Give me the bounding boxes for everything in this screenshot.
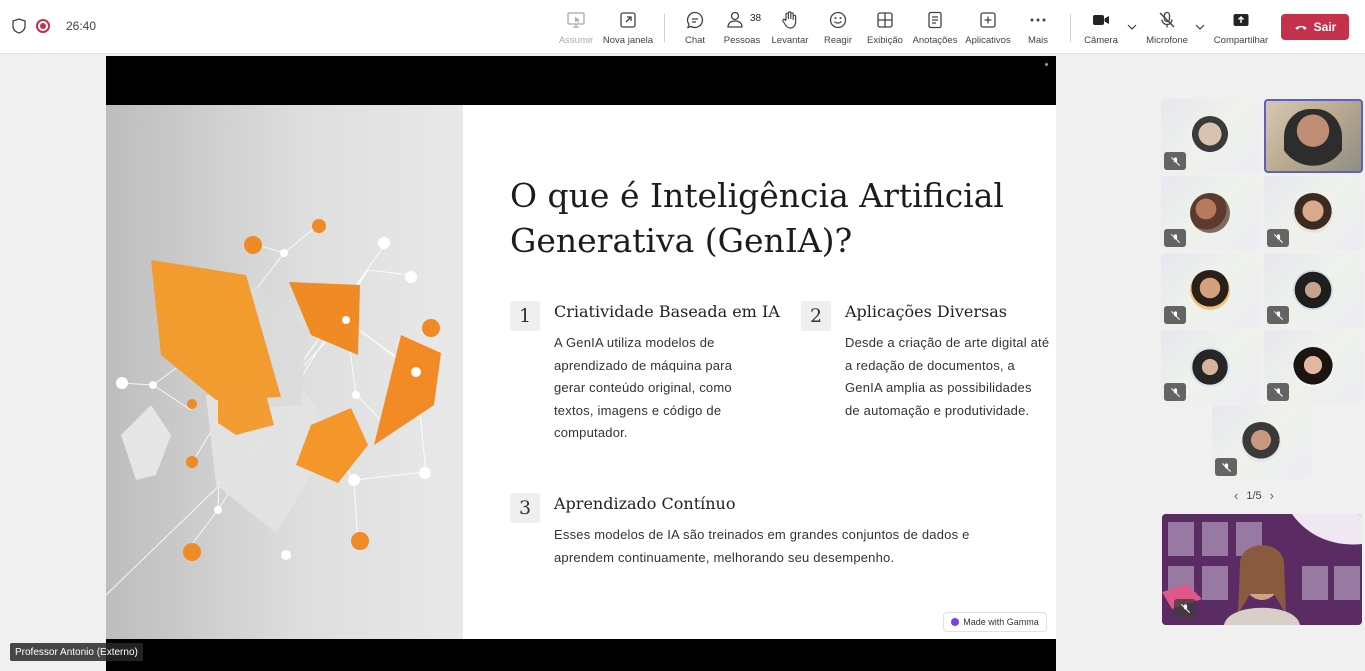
avatar <box>1190 347 1230 387</box>
muted-mic-icon <box>1267 229 1289 247</box>
participant-tile[interactable] <box>1161 99 1260 173</box>
item-number-2: 2 <box>801 301 831 331</box>
participant-tile[interactable] <box>1161 330 1260 404</box>
participant-tile[interactable] <box>1161 253 1260 327</box>
item-text-1: A GenIA utiliza modelos de aprendizado d… <box>554 335 733 440</box>
muted-mic-icon <box>1174 599 1196 617</box>
next-page-chevron-right-icon[interactable]: › <box>1270 488 1274 503</box>
recording-icon[interactable] <box>36 19 50 33</box>
aplicativos-button[interactable]: Aplicativos <box>960 10 1016 46</box>
chat-icon <box>686 11 704 29</box>
muted-mic-icon <box>1164 306 1186 324</box>
item-text-3: Esses modelos de IA são treinados em gra… <box>554 527 970 565</box>
participant-video-tile[interactable] <box>1162 514 1362 625</box>
exibicao-button[interactable]: Exibição <box>857 10 913 46</box>
avatar <box>1284 109 1342 171</box>
item-text-2: Desde a criação de arte digital até a re… <box>845 335 1050 418</box>
participant-tile[interactable] <box>1264 253 1363 327</box>
participant-tile[interactable] <box>1212 405 1311 479</box>
presenter-name-label: Professor Antonio (Externo) <box>10 643 143 661</box>
avatar <box>1293 193 1333 233</box>
muted-mic-icon <box>1267 383 1289 401</box>
smiley-icon <box>829 11 847 29</box>
video-camera-icon <box>1093 15 1109 25</box>
meeting-status: 26:40 <box>12 18 96 34</box>
network-illustration <box>106 105 463 639</box>
participant-tile[interactable] <box>1264 176 1363 250</box>
avatar <box>1190 270 1230 310</box>
gallery-pager: ‹ 1/5 › <box>1234 488 1274 503</box>
shared-content-stage: O que é Inteligência Artificial Generati… <box>106 56 1056 671</box>
camera-options-chevron-down-icon[interactable] <box>1127 22 1137 32</box>
item-number-1: 1 <box>510 301 540 331</box>
participant-tile[interactable] <box>1161 176 1260 250</box>
camera-button[interactable]: Câmera <box>1073 10 1129 46</box>
grid-view-icon <box>877 12 893 28</box>
people-icon <box>727 11 743 28</box>
leave-button[interactable]: Sair <box>1281 14 1349 40</box>
toolbar-divider <box>1070 14 1071 42</box>
ai-network-graphic <box>106 219 441 596</box>
compartilhar-button[interactable]: Compartilhar <box>1213 10 1269 46</box>
microfone-button[interactable]: Microfone <box>1139 10 1195 46</box>
mic-off-icon <box>1159 11 1175 28</box>
muted-mic-icon <box>1267 306 1289 324</box>
add-app-icon <box>980 12 996 28</box>
nova-janela-button[interactable]: Nova janela <box>600 10 656 46</box>
avatar <box>1241 422 1281 462</box>
avatar <box>1190 193 1230 233</box>
toolbar-divider <box>664 14 665 42</box>
take-control-icon <box>567 12 585 28</box>
more-icon <box>1030 18 1046 22</box>
shield-icon[interactable] <box>12 18 26 34</box>
muted-mic-icon <box>1164 383 1186 401</box>
avatar <box>1293 270 1333 310</box>
assumir-button[interactable]: Assumir <box>548 10 604 46</box>
meeting-timer: 26:40 <box>66 19 97 33</box>
notes-icon <box>928 11 942 29</box>
meeting-toolbar: 26:40 Assumir Nova janela Chat 38 Pessoa… <box>0 0 1365 54</box>
muted-mic-icon <box>1164 229 1186 247</box>
page-indicator: 1/5 <box>1246 489 1262 502</box>
hang-up-icon <box>1294 25 1307 30</box>
item-number-3: 3 <box>510 493 540 523</box>
gamma-logo-icon <box>951 618 960 626</box>
microphone-options-chevron-down-icon[interactable] <box>1195 22 1205 32</box>
participant-tile-active-speaker[interactable] <box>1264 99 1363 173</box>
made-with-gamma-badge[interactable]: Made with Gamma <box>943 612 1047 632</box>
mais-button[interactable]: Mais <box>1010 10 1066 46</box>
avatar <box>1293 347 1333 387</box>
item-heading-2: Aplicações Diversas <box>845 302 1007 321</box>
previous-page-chevron-left-icon[interactable]: ‹ <box>1234 488 1238 503</box>
item-heading-1: Criatividade Baseada em IA <box>554 302 780 321</box>
pop-out-icon <box>620 12 636 28</box>
stage-indicator-dot <box>1045 63 1048 66</box>
raise-hand-icon <box>782 11 797 29</box>
muted-mic-icon <box>1164 152 1186 170</box>
muted-mic-icon <box>1215 458 1237 476</box>
presentation-slide: O que é Inteligência Artificial Generati… <box>106 105 1056 639</box>
slide-title: O que é Inteligência Artificial Generati… <box>510 176 1004 260</box>
share-screen-icon <box>1233 14 1249 26</box>
avatar <box>1190 116 1230 156</box>
item-heading-3: Aprendizado Contínuo <box>554 494 736 513</box>
participant-tile[interactable] <box>1264 330 1363 404</box>
participant-count: 38 <box>750 13 762 24</box>
anotacoes-button[interactable]: Anotações <box>907 10 963 46</box>
